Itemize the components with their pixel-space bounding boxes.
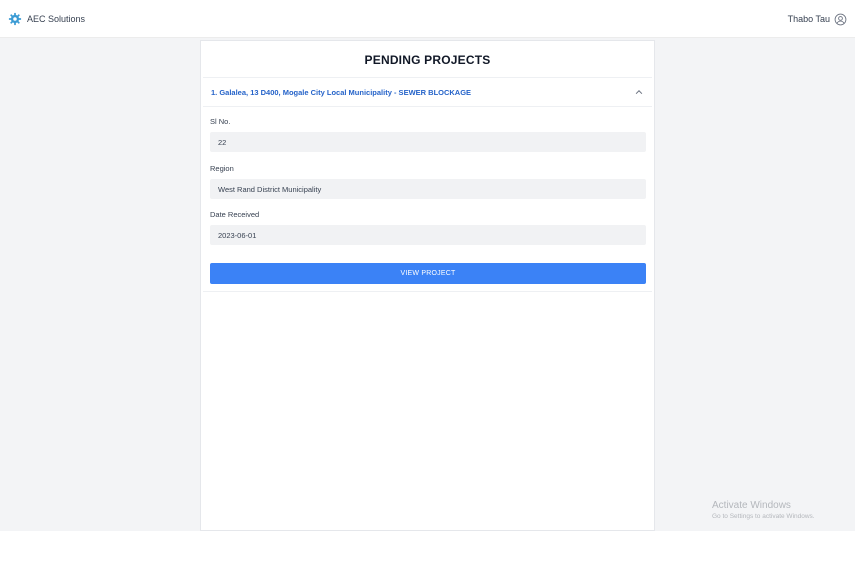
date-received-field: 2023-06-01 bbox=[210, 225, 646, 245]
project-title: 1. Galalea, 13 D400, Mogale City Local M… bbox=[211, 87, 472, 97]
region-label: Region bbox=[210, 164, 234, 173]
project-accordion-header[interactable]: 1. Galalea, 13 D400, Mogale City Local M… bbox=[203, 77, 652, 107]
user-circle-icon bbox=[834, 13, 847, 26]
watermark-subtitle: Go to Settings to activate Windows. bbox=[712, 513, 815, 520]
divider bbox=[203, 291, 652, 292]
sl-no-label: Sl No. bbox=[210, 117, 231, 126]
sl-no-field: 22 bbox=[210, 132, 646, 152]
brand[interactable]: AEC Solutions bbox=[8, 11, 85, 27]
date-received-label: Date Received bbox=[210, 210, 260, 219]
page-title: PENDING PROJECTS bbox=[364, 53, 491, 67]
user-name: Thabo Tau bbox=[787, 14, 830, 24]
chevron-up-icon[interactable] bbox=[634, 87, 644, 97]
windows-activation-watermark: Activate Windows Go to Settings to activ… bbox=[712, 500, 815, 520]
user-menu[interactable]: Thabo Tau bbox=[788, 11, 847, 27]
brand-name: AEC Solutions bbox=[27, 14, 86, 24]
top-navbar: AEC Solutions Thabo Tau bbox=[0, 0, 855, 38]
region-field: West Rand District Municipality bbox=[210, 179, 646, 199]
watermark-title: Activate Windows bbox=[712, 500, 791, 511]
view-project-button[interactable]: VIEW PROJECT bbox=[210, 263, 646, 284]
pending-projects-card: PENDING PROJECTS 1. Galalea, 13 D400, Mo… bbox=[200, 40, 655, 531]
gear-icon bbox=[8, 12, 22, 26]
